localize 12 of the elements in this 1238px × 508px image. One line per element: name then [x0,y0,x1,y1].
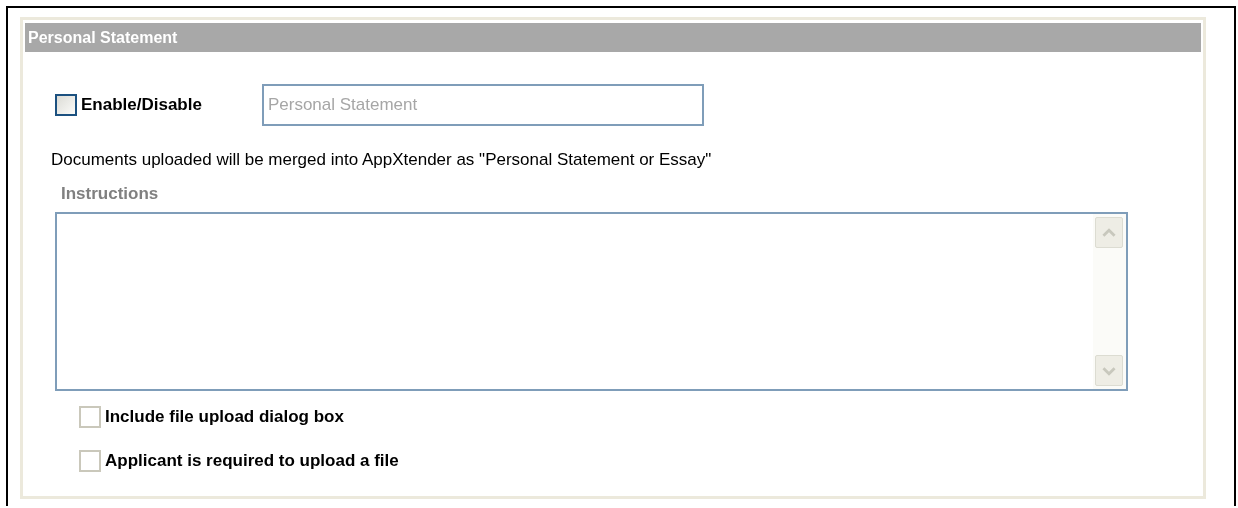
checkbox-box[interactable] [55,94,77,116]
scroll-down-icon[interactable] [1095,355,1123,386]
checkbox-label: Include file upload dialog box [105,407,344,427]
instructions-field[interactable] [55,212,1128,391]
section-title: Personal Statement [25,23,1201,52]
enable-checkbox[interactable]: Enable/Disable [55,94,202,116]
checkbox-label: Applicant is required to upload a file [105,451,399,471]
merge-note: Documents uploaded will be merged into AppXtender as "Personal Statement or Essay" [51,150,713,170]
scroll-up-icon[interactable] [1095,217,1123,248]
checkbox-label: Enable/Disable [81,95,202,115]
instructions-label: Instructions [61,184,160,204]
scrollbar[interactable] [1093,214,1126,389]
